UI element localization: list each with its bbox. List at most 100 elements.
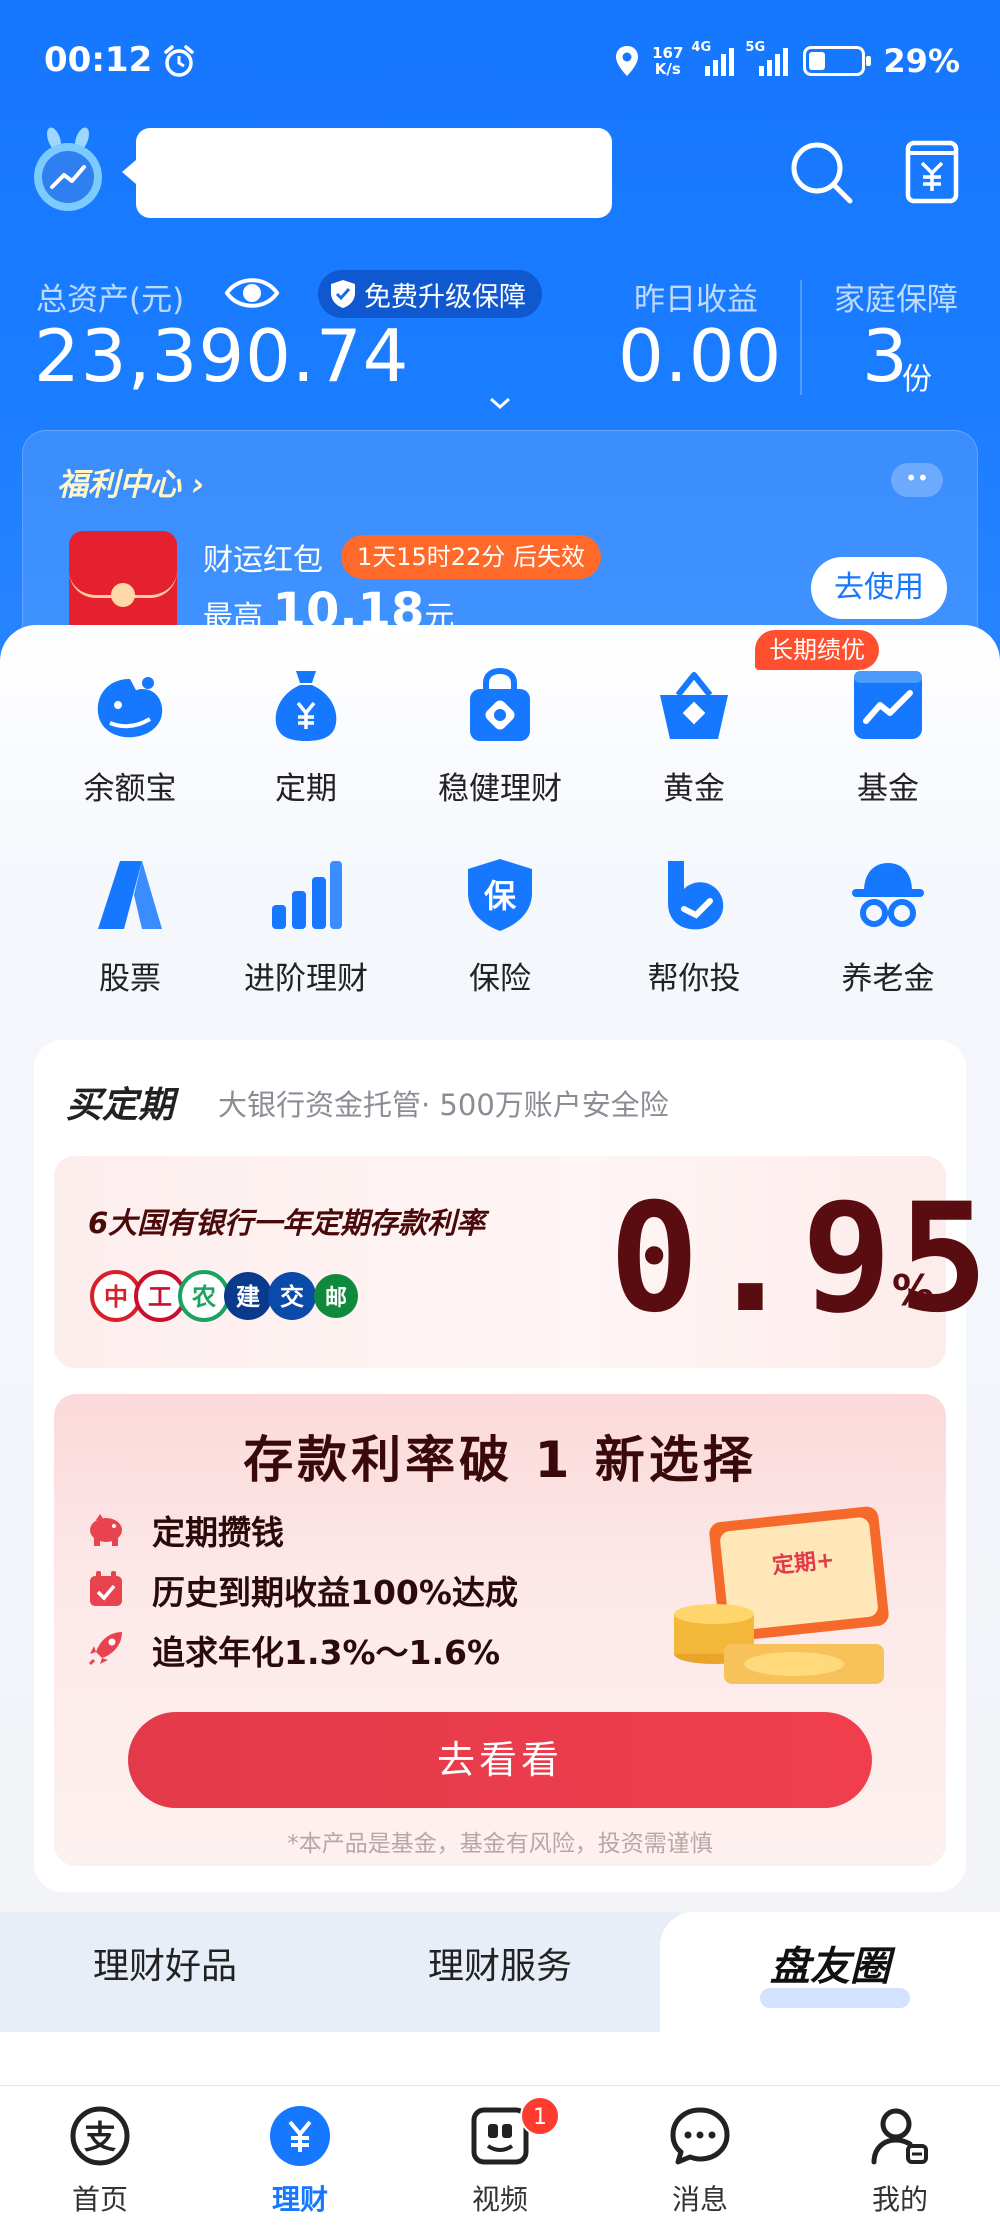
feature-text: 定期攒钱 — [152, 1513, 284, 1552]
header-background: 00:12 167 K/s 4G 5G 29% 总资产(元) 免费升级保障 23… — [0, 0, 1000, 700]
tab-licai-haopin[interactable]: 理财好品 — [0, 1912, 330, 2032]
signal-4g-tag: 4G — [691, 40, 712, 55]
total-assets-label: 总资产(元) — [36, 282, 185, 318]
tab-panyouquan[interactable]: 盘友圈 — [660, 1912, 1000, 2032]
status-right: 167 K/s 4G 5G 29% — [614, 40, 960, 80]
fund-chart-icon — [854, 671, 922, 739]
svg-text:农: 农 — [191, 1283, 216, 1311]
money-bag-icon — [275, 671, 337, 741]
grid-item-yuebao[interactable]: 余额宝 — [32, 665, 228, 845]
upgrade-protection-label: 免费升级保障 — [364, 281, 526, 313]
nav-video[interactable]: 1 视频 — [400, 2086, 600, 2233]
feature-item: 历史到期收益100%达成 — [90, 1566, 518, 1612]
status-time: 00:12 — [44, 40, 153, 80]
svg-text:支: 支 — [84, 2118, 116, 2156]
upgrade-protection-button[interactable]: 免费升级保障 — [318, 270, 542, 318]
nav-label: 消息 — [671, 2183, 728, 2216]
grid-item-wenjian[interactable]: 稳健理财 — [402, 665, 598, 845]
calendar-check-icon — [90, 1571, 122, 1606]
nav-licai[interactable]: 理财 — [200, 2086, 400, 2233]
more-icon[interactable]: •• — [891, 463, 943, 497]
search-icon[interactable] — [788, 139, 854, 205]
feed-area — [0, 2032, 1000, 2092]
grid-item-advanced[interactable]: 进阶理财 — [208, 855, 404, 1035]
svg-text:中: 中 — [104, 1283, 128, 1311]
divider — [800, 280, 802, 395]
search-input[interactable] — [122, 128, 612, 218]
use-button[interactable]: 去使用 — [811, 557, 947, 619]
nav-message[interactable]: 消息 — [600, 2086, 800, 2233]
total-assets-value[interactable]: 23,390.74 — [34, 314, 409, 398]
bangnitou-icon — [668, 861, 724, 930]
grid-item-label: 黄金 — [663, 771, 725, 807]
top-bar — [32, 125, 972, 221]
rate-description: 6大国有银行一年定期存款利率 — [88, 1206, 486, 1240]
grid-item-label: 余额宝 — [83, 771, 177, 807]
svg-text:建: 建 — [236, 1283, 260, 1311]
pension-hat-icon — [852, 863, 924, 927]
grid-item-fund[interactable]: 基金 — [790, 665, 986, 845]
bill-icon[interactable] — [904, 139, 960, 205]
bars-icon — [272, 861, 342, 929]
welfare-center-title[interactable]: 福利中心 › — [57, 459, 205, 504]
video-badge: 1 — [520, 2096, 560, 2136]
rocket-icon — [88, 1632, 122, 1666]
rate-banner[interactable]: 6大国有银行一年定期存款利率 中 工 农 建 交 邮 0.95 % — [54, 1156, 988, 1368]
red-packet-name: 财运红包 — [203, 543, 323, 578]
bottom-nav: 支 首页 理财 1 视频 消息 我的 — [0, 2085, 1000, 2233]
grid-item-gold[interactable]: 黄金 — [596, 665, 792, 845]
fixed-term-card: 买定期 大银行资金托管· 500万账户安全险 6大国有银行一年定期存款利率 中 … — [34, 1040, 988, 1892]
yesterday-income-label: 昨日收益 — [634, 282, 758, 318]
piggy-bank-icon — [90, 1514, 122, 1546]
alarm-icon — [164, 45, 194, 77]
svg-text:邮: 邮 — [325, 1286, 347, 1311]
signal-4g-icon: 4G — [691, 40, 737, 76]
assets-summary: 总资产(元) 免费升级保障 23,390.74 昨日收益 0.00 家庭保障 3… — [0, 270, 1000, 430]
nav-mine[interactable]: 我的 — [800, 2086, 1000, 2233]
profile-icon — [871, 2108, 928, 2165]
status-bar: 00:12 167 K/s 4G 5G 29% — [44, 40, 960, 90]
tab-licai-fuwu[interactable]: 理财服务 — [330, 1912, 670, 2032]
promo-title: 存款利率破 1 新选择 — [243, 1431, 757, 1489]
nav-home[interactable]: 支 首页 — [0, 2086, 200, 2233]
net-speed-unit: K/s — [654, 60, 681, 78]
grid-item-label: 基金 — [857, 771, 919, 807]
signal-5g-tag: 5G — [745, 40, 766, 55]
yuebao-icon — [97, 677, 163, 738]
yesterday-income-value[interactable]: 0.00 — [618, 314, 782, 398]
mascot-avatar-icon[interactable] — [32, 125, 104, 213]
grid-item-label: 定期 — [275, 771, 337, 807]
shield-check-icon — [331, 280, 355, 308]
nav-label: 视频 — [471, 2183, 528, 2216]
feature-item: 追求年化1.3%～1.6% — [88, 1626, 500, 1672]
expire-badge: 1天15时22分 后失效 — [341, 535, 601, 579]
grid-item-stock[interactable]: 股票 — [32, 855, 228, 1035]
grid-item-label: 股票 — [99, 961, 161, 997]
long-term-badge: 长期绩优 — [755, 630, 879, 670]
tab-panyouquan-label: 盘友圈 — [770, 1944, 890, 1990]
chevron-down-icon[interactable] — [488, 395, 512, 411]
nav-label: 首页 — [71, 2183, 128, 2216]
family-protection-label: 家庭保障 — [834, 282, 958, 318]
go-see-button[interactable]: 去看看 — [128, 1712, 872, 1808]
lock-bag-icon — [470, 667, 530, 741]
risk-disclaimer: *本产品是基金，基金有风险，投资需谨慎 — [287, 1831, 713, 1857]
rate-value: 0.95 — [609, 1172, 995, 1346]
bank-logos-icon: 中 工 农 建 交 邮 — [90, 1270, 358, 1322]
feature-text: 历史到期收益100%达成 — [152, 1573, 518, 1612]
grid-item-bangnitou[interactable]: 帮你投 — [596, 855, 792, 1035]
family-protection-unit: 份 — [902, 362, 932, 397]
net-speed-value: 167 — [652, 44, 684, 62]
grid-item-label: 保险 — [469, 961, 531, 997]
grid-item-pension[interactable]: 养老金 — [790, 855, 986, 1035]
battery-percent: 29% — [883, 42, 960, 80]
grid-item-insurance[interactable]: 保 保险 — [402, 855, 598, 1035]
nav-label: 我的 — [871, 2183, 928, 2216]
eye-icon[interactable] — [224, 270, 280, 316]
nav-label: 理财 — [271, 2183, 328, 2216]
grid-item-dingqi[interactable]: 定期 — [208, 665, 404, 845]
grid-item-label: 帮你投 — [647, 961, 741, 997]
grid-item-label: 养老金 — [841, 961, 935, 997]
promo-banner[interactable]: 存款利率破 1 新选择 定期攒钱 历史到期收益100%达成 追求年化1.3%～1… — [54, 1394, 946, 1866]
chat-icon — [670, 2107, 730, 2165]
